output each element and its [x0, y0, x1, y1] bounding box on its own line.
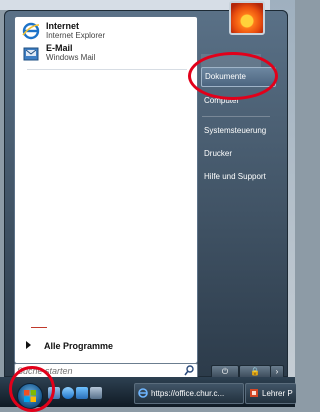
arrow-right-icon [26, 341, 31, 349]
presentation-icon [250, 389, 258, 397]
places-computer[interactable]: Computer [201, 92, 274, 110]
places-printers[interactable]: Drucker [201, 145, 274, 163]
windows-logo-icon [24, 390, 36, 402]
pinned-subtitle: Windows Mail [46, 53, 96, 62]
user-picture[interactable] [229, 1, 265, 35]
places-pane: Dokumente Computer Systemsteuerung Druck… [199, 1, 276, 377]
taskbar-button-presentation[interactable]: Lehrer P [245, 383, 296, 404]
pinned-title: E-Mail [46, 43, 73, 53]
pinned-title: Internet [46, 21, 80, 31]
all-programs-label: Alle Programme [44, 341, 114, 351]
internet-explorer-icon[interactable] [62, 387, 74, 399]
start-button[interactable] [17, 383, 43, 409]
places-control-panel[interactable]: Systemsteuerung [201, 122, 274, 140]
places-help[interactable]: Hilfe und Support [201, 168, 274, 186]
search-input[interactable] [17, 364, 177, 377]
taskbar-button-browser[interactable]: https://office.chur.c... [134, 383, 244, 404]
search-icon[interactable] [184, 365, 194, 376]
show-desktop-icon[interactable] [48, 387, 60, 399]
all-programs-button[interactable]: Alle Programme [20, 337, 192, 355]
internet-explorer-icon [138, 388, 148, 398]
pinned-email[interactable]: E-Mail Windows Mail [20, 43, 190, 65]
start-menu: Internet Internet Explorer E-Mail Window… [4, 1, 288, 379]
separator [202, 116, 270, 117]
taskbar-button-label: Lehrer P [262, 389, 293, 398]
pinned-internet[interactable]: Internet Internet Explorer [20, 21, 190, 43]
taskbar-button-label: https://office.chur.c... [151, 389, 225, 398]
places-documents[interactable]: Dokumente [201, 67, 276, 87]
switch-windows-icon[interactable] [90, 387, 102, 399]
pinned-subtitle: Internet Explorer [46, 31, 106, 40]
windows-mail-icon [23, 47, 39, 61]
separator [27, 69, 187, 70]
media-player-icon[interactable] [76, 387, 88, 399]
separator [31, 327, 47, 328]
programs-pane: Internet Internet Explorer E-Mail Window… [14, 16, 198, 364]
internet-explorer-icon [22, 22, 40, 40]
